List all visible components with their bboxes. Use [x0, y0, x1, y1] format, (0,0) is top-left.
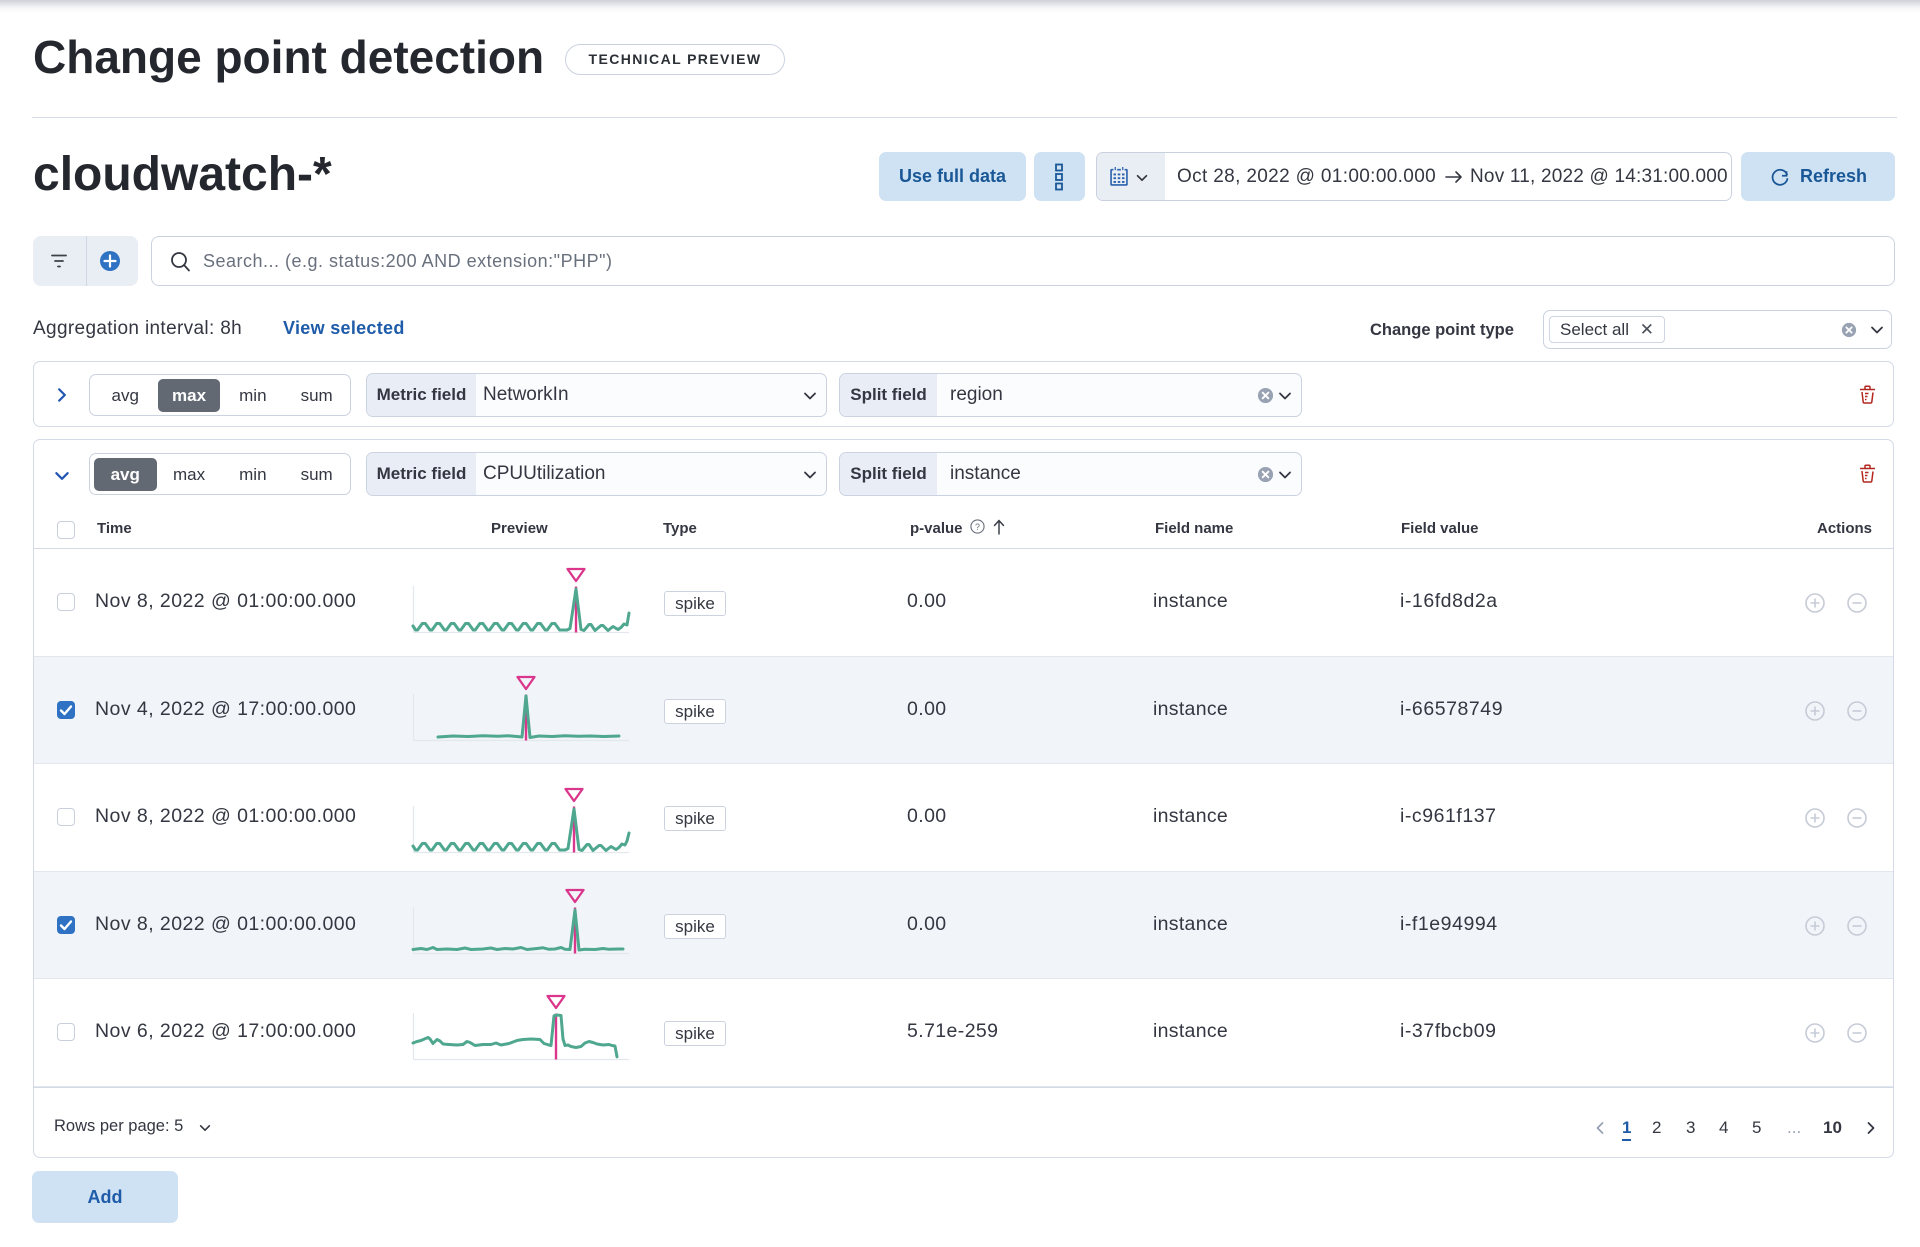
svg-text:?: ? [975, 522, 980, 532]
